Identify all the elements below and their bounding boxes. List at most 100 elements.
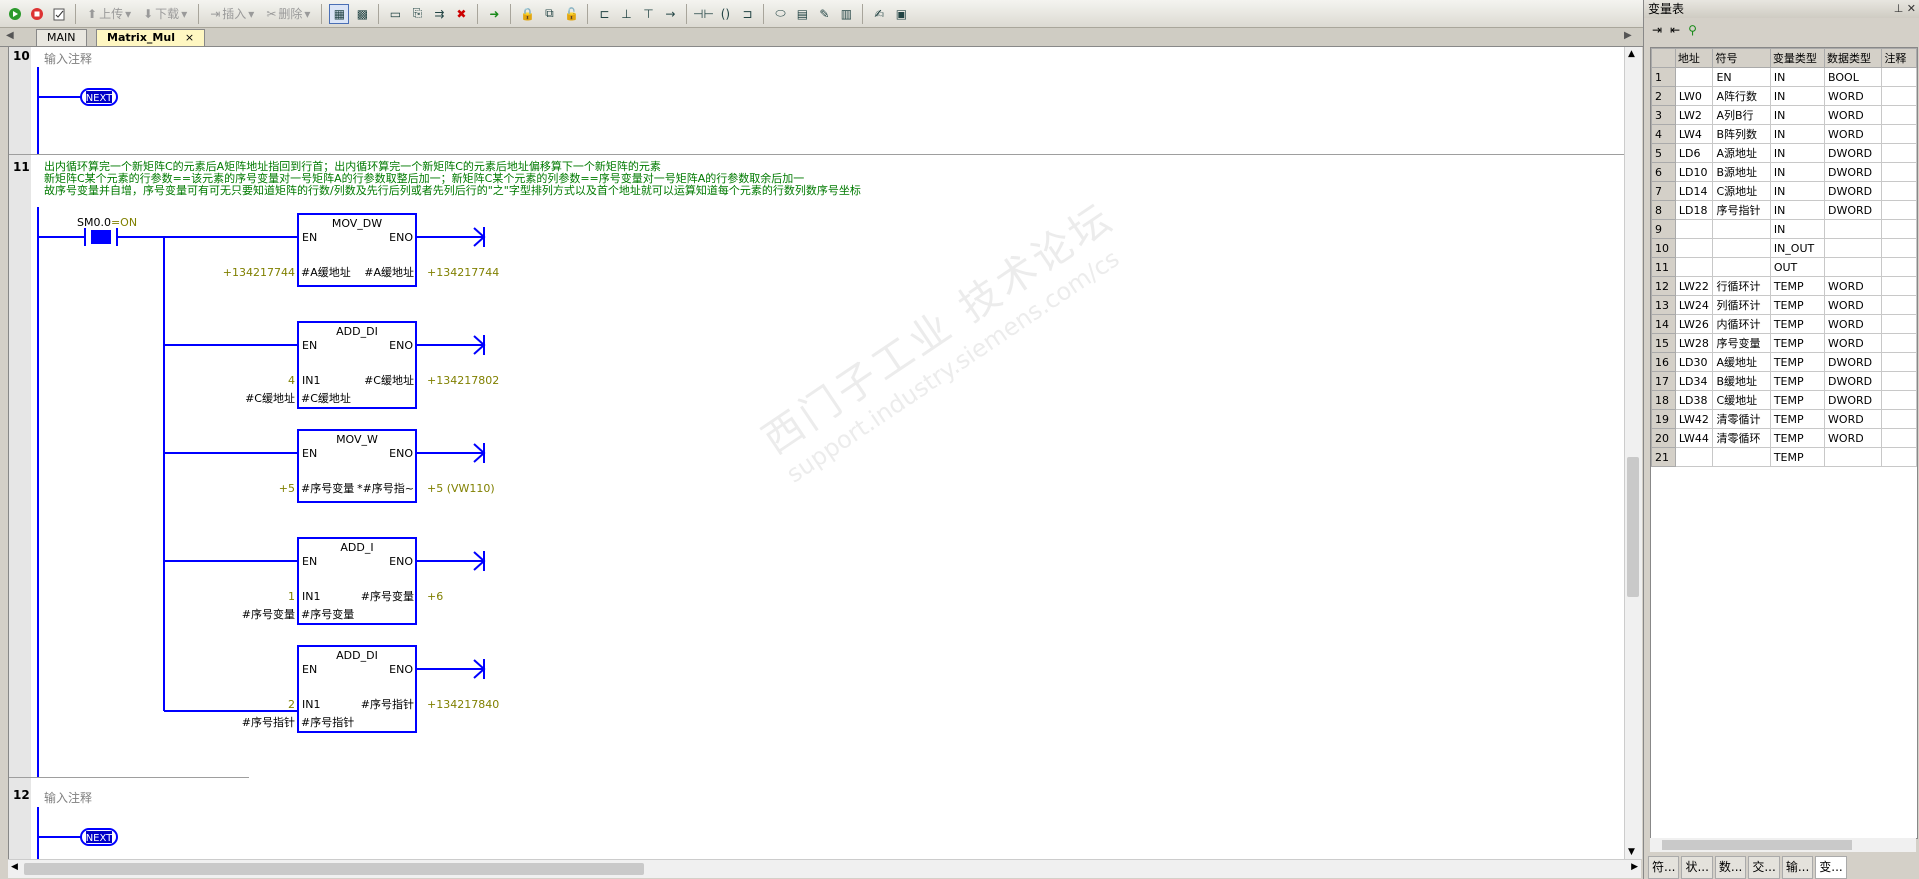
cell-comment[interactable] bbox=[1881, 390, 1917, 410]
cell-symbol[interactable] bbox=[1712, 447, 1771, 467]
delete-row-icon[interactable]: ⇤ bbox=[1670, 23, 1680, 37]
cell-data-type[interactable]: WORD bbox=[1824, 333, 1883, 353]
table-row[interactable]: 16 LD30 A缓地址 TEMP DWORD bbox=[1651, 352, 1917, 372]
stop-icon[interactable] bbox=[28, 5, 46, 23]
goto-icon[interactable]: ➜ bbox=[485, 5, 503, 23]
cell-symbol[interactable]: B缓地址 bbox=[1712, 371, 1771, 391]
add-i-block[interactable]: ADD_I EN ENO IN1 #序号变量 #序号变量 bbox=[297, 537, 417, 625]
cell-address[interactable]: LW22 bbox=[1674, 276, 1714, 296]
cell-comment[interactable] bbox=[1881, 447, 1917, 467]
table-row[interactable]: 4 LW4 B阵列数 IN WORD bbox=[1651, 124, 1917, 144]
table-row[interactable]: 20 LW44 清零循环 TEMP WORD bbox=[1651, 428, 1917, 448]
scroll-down-icon[interactable]: ▼ bbox=[1628, 847, 1635, 857]
add-di-block-2[interactable]: ADD_DI EN ENO IN1 #序号指针 #序号指针 bbox=[297, 645, 417, 733]
contact-icon[interactable]: ⊣⊢ bbox=[693, 5, 714, 23]
cell-data-type[interactable]: WORD bbox=[1824, 124, 1883, 144]
cell-comment[interactable] bbox=[1881, 352, 1917, 372]
delete-button[interactable]: ✂ 删除 ▾ bbox=[262, 5, 314, 22]
cell-data-type[interactable]: DWORD bbox=[1824, 390, 1883, 410]
cell-data-type[interactable]: WORD bbox=[1824, 276, 1883, 296]
cell-var-type[interactable]: TEMP bbox=[1769, 295, 1826, 315]
run-icon[interactable] bbox=[6, 5, 24, 23]
sort-icon[interactable]: ⚲ bbox=[1688, 23, 1697, 37]
table-row[interactable]: 9 IN bbox=[1651, 219, 1917, 239]
cell-data-type[interactable]: DWORD bbox=[1824, 143, 1883, 163]
cell-symbol[interactable] bbox=[1712, 219, 1771, 239]
cell-data-type[interactable]: WORD bbox=[1824, 105, 1883, 125]
scroll-left-icon[interactable]: ◀ bbox=[11, 862, 18, 872]
cell-comment[interactable] bbox=[1881, 124, 1917, 144]
tab-matrix-mul[interactable]: Matrix_Mul × bbox=[96, 29, 206, 46]
tab-scroll-right-icon[interactable]: ▶ bbox=[1624, 30, 1632, 41]
mov-dw-block[interactable]: MOV_DW EN ENO #A缓地址 #A缓地址 bbox=[297, 213, 417, 287]
cell-var-type[interactable]: TEMP bbox=[1769, 447, 1826, 467]
cell-data-type[interactable] bbox=[1824, 257, 1883, 277]
close-tab-icon[interactable]: × bbox=[185, 31, 194, 44]
column-header-symbol[interactable]: 符号 bbox=[1712, 48, 1771, 68]
cell-var-type[interactable]: TEMP bbox=[1769, 409, 1826, 429]
cell-comment[interactable] bbox=[1881, 86, 1917, 106]
pin-icon[interactable]: ⊥ bbox=[1894, 2, 1904, 15]
cell-comment[interactable] bbox=[1881, 257, 1917, 277]
cell-symbol[interactable]: A阵行数 bbox=[1712, 86, 1771, 106]
editor-vertical-scroll-thumb[interactable] bbox=[1627, 457, 1639, 597]
cell-symbol[interactable]: A缓地址 bbox=[1712, 352, 1771, 372]
insert-button[interactable]: ⇥ 插入 ▾ bbox=[206, 5, 258, 22]
cell-symbol[interactable]: B源地址 bbox=[1712, 162, 1771, 182]
symbol-table-icon[interactable]: ▤ bbox=[793, 5, 811, 23]
cell-data-type[interactable]: WORD bbox=[1824, 86, 1883, 106]
cell-comment[interactable] bbox=[1881, 67, 1917, 87]
cell-address[interactable]: LW4 bbox=[1674, 124, 1714, 144]
cell-address[interactable]: LD38 bbox=[1674, 390, 1714, 410]
cell-comment[interactable] bbox=[1881, 276, 1917, 296]
cell-data-type[interactable] bbox=[1824, 447, 1883, 467]
cell-comment[interactable] bbox=[1881, 219, 1917, 239]
cell-address[interactable]: LD18 bbox=[1674, 200, 1714, 220]
editor-horizontal-scrollbar[interactable]: ◀ ▶ bbox=[8, 859, 1641, 878]
column-header-var-type[interactable]: 变量类型 bbox=[1769, 48, 1826, 68]
table-row[interactable]: 7 LD14 C源地址 IN DWORD bbox=[1651, 181, 1917, 201]
editor-vertical-scrollbar[interactable]: ▲ ▼ bbox=[1624, 47, 1642, 859]
cell-symbol[interactable]: 序号指针 bbox=[1712, 200, 1771, 220]
cell-symbol[interactable]: A列B行 bbox=[1712, 105, 1771, 125]
ladder-editor[interactable]: 10 输入注释 11 出内循环算完一个新矩阵C的元素后A矩阵地址指回到行首；出内… bbox=[8, 47, 1625, 859]
cell-data-type[interactable]: WORD bbox=[1824, 409, 1883, 429]
cell-address[interactable]: LW0 bbox=[1674, 86, 1714, 106]
cell-data-type[interactable] bbox=[1824, 219, 1883, 239]
box-element-icon[interactable]: ⊐ bbox=[738, 5, 756, 23]
cell-data-type[interactable]: DWORD bbox=[1824, 162, 1883, 182]
cell-address[interactable]: LD34 bbox=[1674, 371, 1714, 391]
cell-comment[interactable] bbox=[1881, 143, 1917, 163]
table-row[interactable]: 17 LD34 B缓地址 TEMP DWORD bbox=[1651, 371, 1917, 391]
status-view-icon[interactable]: ▩ bbox=[353, 5, 371, 23]
coil-icon[interactable]: () bbox=[716, 5, 734, 23]
cell-var-type[interactable]: IN bbox=[1769, 219, 1826, 239]
table-row[interactable]: 13 LW24 列循环计 TEMP WORD bbox=[1651, 295, 1917, 315]
cell-comment[interactable] bbox=[1881, 428, 1917, 448]
box-icon[interactable]: ▭ bbox=[386, 5, 404, 23]
cell-symbol[interactable]: C源地址 bbox=[1712, 181, 1771, 201]
close-panel-icon[interactable]: ✕ bbox=[1907, 2, 1916, 15]
table-row[interactable]: 21 TEMP bbox=[1651, 447, 1917, 467]
cell-symbol[interactable]: 内循环计 bbox=[1712, 314, 1771, 334]
cell-var-type[interactable]: IN bbox=[1769, 181, 1826, 201]
tab-scroll-left-icon[interactable]: ◀ bbox=[6, 30, 14, 41]
cell-address[interactable]: LD14 bbox=[1674, 181, 1714, 201]
cell-address[interactable]: LD6 bbox=[1674, 143, 1714, 163]
line-down-icon[interactable]: ⊥ bbox=[617, 5, 635, 23]
contact-sm0-0[interactable] bbox=[84, 228, 118, 246]
cell-symbol[interactable]: EN bbox=[1712, 67, 1771, 87]
cell-comment[interactable] bbox=[1881, 371, 1917, 391]
panel-horizontal-scrollbar[interactable] bbox=[1650, 838, 1916, 852]
cell-data-type[interactable]: WORD bbox=[1824, 295, 1883, 315]
cell-symbol[interactable]: 清零循计 bbox=[1712, 409, 1771, 429]
unlock-icon[interactable]: 🔓 bbox=[562, 5, 580, 23]
cell-comment[interactable] bbox=[1881, 200, 1917, 220]
variable-table[interactable]: 地址 符号 变量类型 数据类型 注释 1 EN IN BOOL 2 LW0 A阵行数 IN WO… bbox=[1650, 47, 1918, 839]
cell-var-type[interactable]: IN bbox=[1769, 200, 1826, 220]
cell-data-type[interactable]: WORD bbox=[1824, 428, 1883, 448]
cell-address[interactable]: LW24 bbox=[1674, 295, 1714, 315]
cell-comment[interactable] bbox=[1881, 333, 1917, 353]
cell-var-type[interactable]: IN bbox=[1769, 67, 1826, 87]
comment-icon[interactable]: ▥ bbox=[837, 5, 855, 23]
